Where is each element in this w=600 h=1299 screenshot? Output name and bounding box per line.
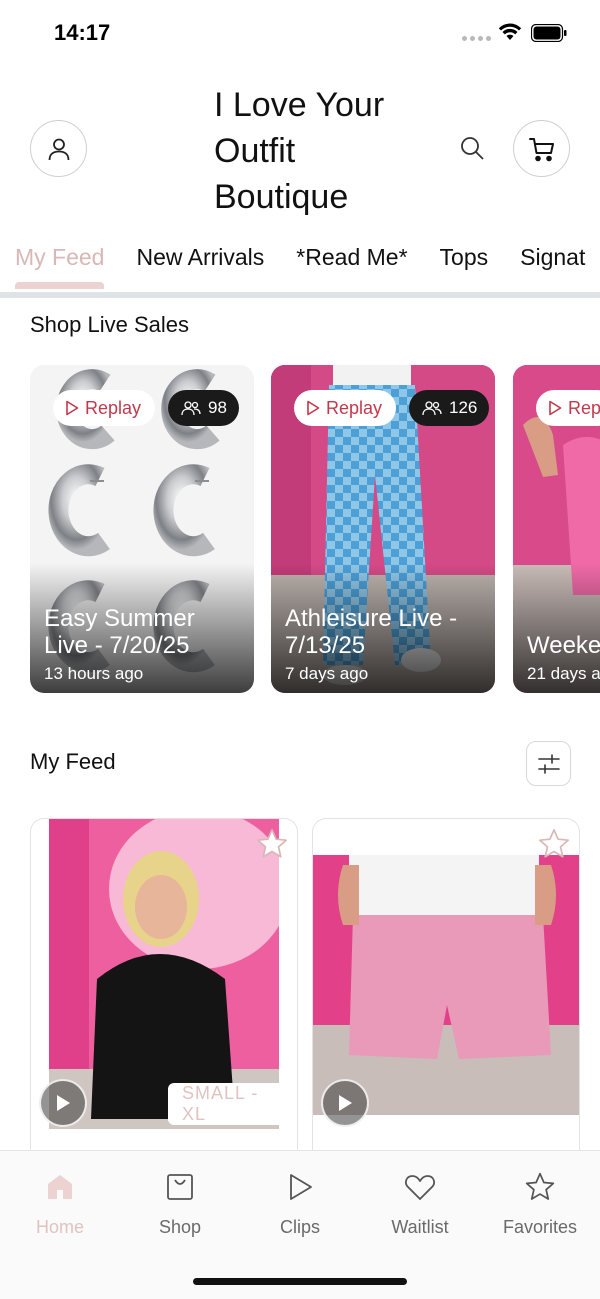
heart-icon (405, 1175, 435, 1200)
live-sale-card[interactable]: Rep Weeke Getaw 21 days a (513, 365, 600, 693)
wifi-icon (498, 23, 522, 40)
replay-label: Replay (326, 397, 383, 418)
live-sale-time: 7 days ago (285, 664, 369, 683)
nav-clips[interactable]: Clips (240, 1167, 360, 1238)
favorite-star-icon[interactable] (255, 827, 289, 861)
nav-favorites[interactable]: Favorites (480, 1167, 600, 1238)
store-name: I Love Your Outfit Boutique (214, 86, 385, 216)
bag-icon (167, 1174, 193, 1200)
live-sale-time: 13 hours ago (44, 664, 144, 683)
nav-favorites-label: Favorites (502, 1217, 578, 1237)
nav-shop-label: Shop (158, 1217, 202, 1237)
tab-new-arrivals[interactable]: New Arrivals (136, 244, 264, 291)
live-sale-name: Athleisure Live - 7/13/25 (285, 605, 458, 659)
viewer-count: 126 (449, 398, 478, 417)
tab-my-feed[interactable]: My Feed (15, 244, 105, 291)
account-button[interactable] (30, 120, 87, 177)
star-icon (525, 1172, 555, 1200)
search-icon (461, 137, 484, 160)
viewer-count: 98 (208, 398, 227, 417)
live-sale-name: Weeke Getaw (527, 632, 600, 659)
favorite-star-icon[interactable] (537, 827, 571, 861)
replay-badge[interactable]: Rep (536, 390, 600, 426)
filter-button[interactable] (526, 741, 571, 786)
nav-shop[interactable]: Shop (120, 1167, 240, 1238)
bottom-tab-bar: Home Shop Clips Waitlist Favorites (0, 1150, 600, 1299)
live-sale-name: Easy Summer Live - 7/20/25 (44, 605, 195, 659)
home-indicator (193, 1278, 407, 1285)
user-icon (48, 138, 69, 160)
people-icon (181, 401, 201, 416)
nav-home[interactable]: Home (0, 1167, 120, 1238)
replay-badge[interactable]: Replay (53, 390, 156, 426)
play-icon (57, 1095, 70, 1111)
home-icon (48, 1175, 72, 1199)
status-time: 14:17 (54, 20, 111, 45)
replay-badge[interactable]: Replay (294, 390, 397, 426)
cart-button[interactable] (513, 120, 570, 177)
category-tabs: My Feed New Arrivals *Read Me* Tops Sign… (0, 236, 600, 296)
search-button[interactable] (456, 132, 488, 164)
play-video-button[interactable] (39, 1079, 87, 1127)
play-icon (290, 1174, 312, 1200)
viewers-badge: 98 (168, 390, 239, 426)
live-sale-card[interactable]: Replay 98 Easy Summer Live - 7/20/25 13 … (30, 365, 254, 693)
tabs-divider (0, 292, 600, 298)
people-icon (422, 401, 442, 416)
feed-title: My Feed (30, 749, 116, 774)
tab-tops[interactable]: Tops (440, 244, 489, 291)
live-sale-time: 21 days a (527, 664, 600, 683)
nav-home-label: Home (35, 1217, 84, 1237)
battery-icon (531, 24, 567, 42)
product-card[interactable] (312, 818, 580, 1158)
signal-dots-icon (462, 36, 491, 41)
product-image (313, 855, 579, 1115)
live-sales-carousel[interactable]: Replay 98 Easy Summer Live - 7/20/25 13 … (30, 365, 600, 695)
status-bar: 14:17 (0, 0, 600, 66)
live-sales-title: Shop Live Sales (30, 312, 189, 337)
viewers-badge: 126 (409, 390, 490, 426)
replay-label: Replay (85, 397, 142, 418)
sliders-icon (537, 753, 560, 774)
nav-waitlist-label: Waitlist (391, 1217, 449, 1237)
live-sale-card[interactable]: Replay 126 Athleisure Live - 7/13/25 7 d… (271, 365, 495, 693)
product-card[interactable]: SMALL - XL (30, 818, 298, 1158)
play-outline-icon (66, 400, 79, 416)
play-outline-icon (549, 400, 562, 416)
nav-clips-label: Clips (279, 1217, 320, 1237)
nav-waitlist[interactable]: Waitlist (360, 1167, 480, 1238)
play-icon (339, 1095, 352, 1111)
cart-icon (528, 137, 554, 161)
size-range-badge: SMALL - XL (168, 1083, 297, 1125)
tab-signature[interactable]: Signat (520, 244, 585, 291)
app-header: I Love Your Outfit Boutique (0, 80, 600, 230)
replay-label: Rep (568, 397, 600, 418)
play-video-button[interactable] (321, 1079, 369, 1127)
play-outline-icon (307, 400, 320, 416)
tab-read-me[interactable]: *Read Me* (296, 244, 407, 291)
